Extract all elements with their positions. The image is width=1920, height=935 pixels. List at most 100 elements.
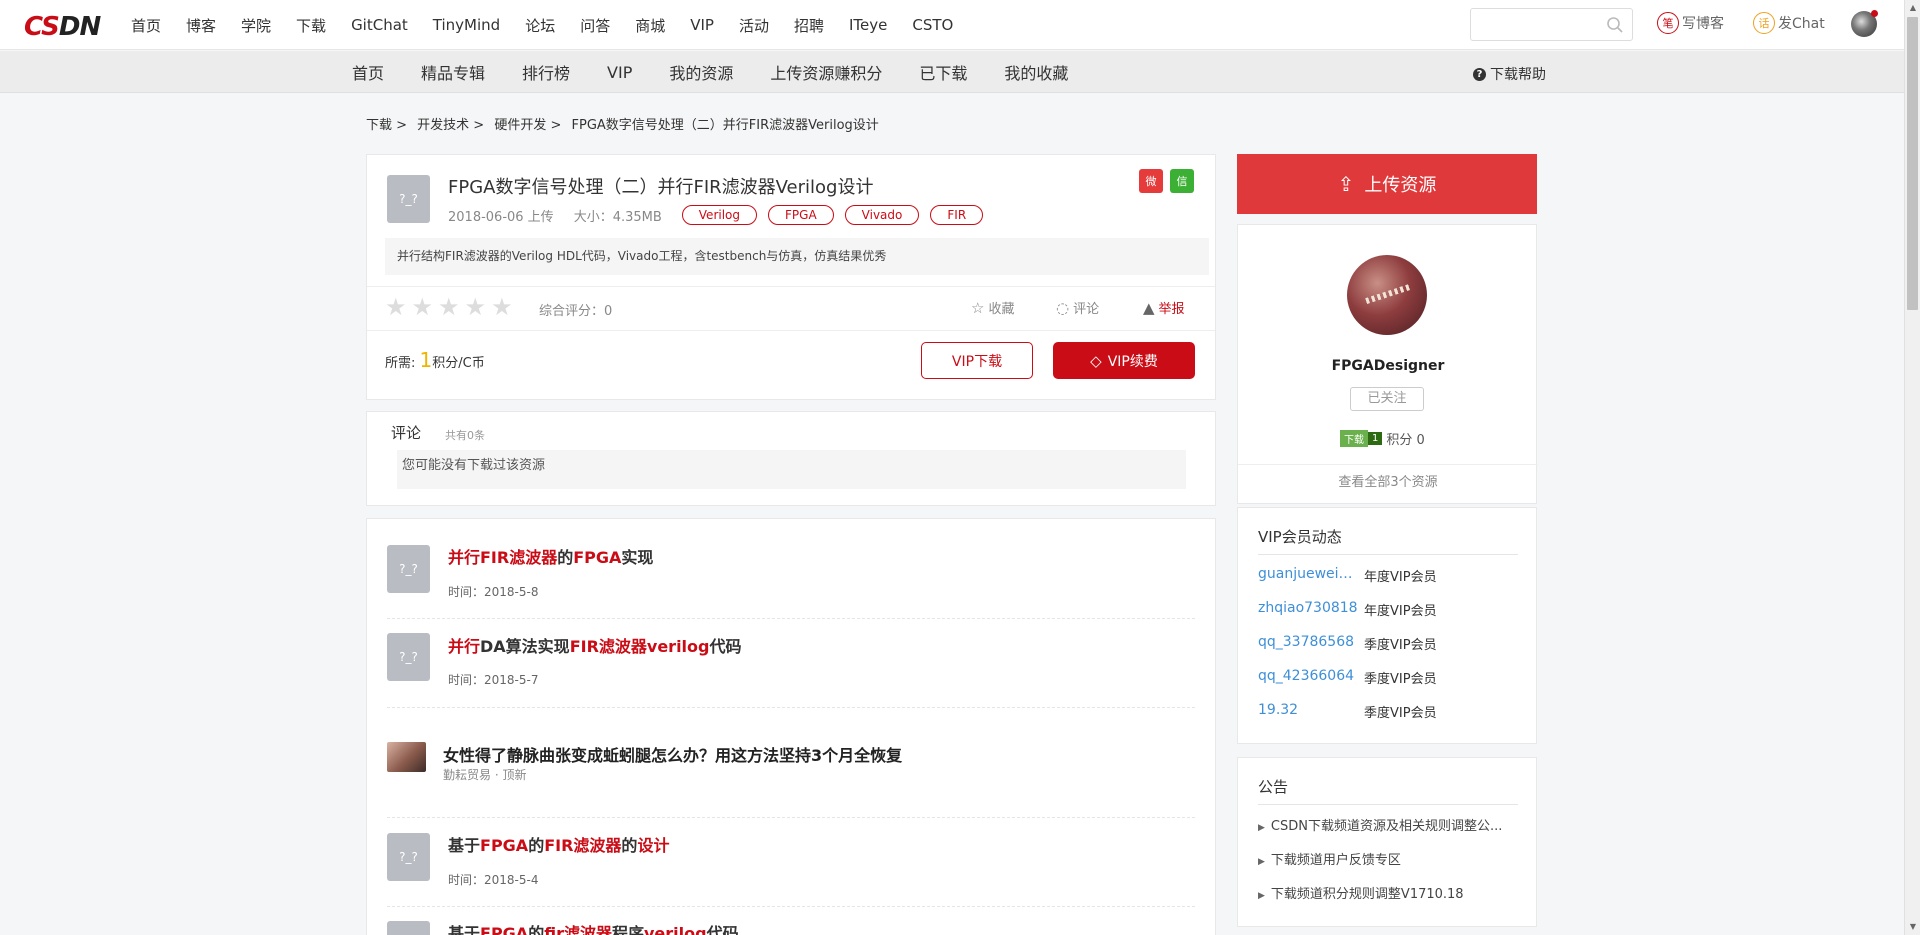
wechat-icon[interactable]: 信: [1170, 169, 1194, 193]
list-item[interactable]: ?_? 基于FPGA的fir滤波器程序verilog代码: [387, 907, 1195, 935]
download-subnav: 首页 精品专辑 排行榜 VIP 我的资源 上传资源赚积分 已下载 我的收藏 ? 下…: [0, 51, 1904, 93]
scrollbar-thumb[interactable]: [1907, 17, 1918, 310]
notification-dot: [1871, 10, 1878, 17]
topnav-item-forum[interactable]: 论坛: [525, 15, 555, 36]
title-part: FIR滤波器: [544, 836, 622, 855]
topnav-item-qa[interactable]: 问答: [580, 15, 610, 36]
title-part: FPGA: [480, 924, 529, 935]
star-icon[interactable]: ★: [412, 295, 434, 319]
write-blog-button[interactable]: 笔写博客: [1657, 12, 1724, 34]
subnav-item-downloaded[interactable]: 已下载: [919, 60, 967, 84]
comments-empty-message: 您可能没有下载过该资源: [397, 450, 1186, 489]
upload-date: 2018-06-06 上传: [448, 209, 554, 225]
subnav-item-vip[interactable]: VIP: [607, 63, 632, 82]
file-type-icon: ?_?: [387, 921, 430, 935]
scroll-up-icon[interactable]: ▲: [1905, 0, 1920, 16]
subnav-item-featured[interactable]: 精品专辑: [421, 60, 485, 84]
notice-item[interactable]: ▶ 下载频道积分规则调整V1710.18: [1258, 883, 1518, 902]
post-chat-button[interactable]: 话发Chat: [1753, 12, 1825, 34]
star-icon[interactable]: ★: [385, 295, 407, 319]
topnav-item-jobs[interactable]: 招聘: [794, 15, 824, 36]
search-icon[interactable]: [1606, 16, 1624, 34]
topnav-item-gitchat[interactable]: GitChat: [351, 16, 408, 34]
notice-label: 下载频道用户反馈专区: [1270, 853, 1401, 868]
title-part: DA算法实现: [480, 637, 570, 656]
related-title[interactable]: 基于FPGA的FIR滤波器的设计: [448, 832, 669, 856]
title-part: 的: [621, 836, 638, 855]
topnav-item-events[interactable]: 活动: [739, 15, 769, 36]
upload-resource-button[interactable]: ⇪ 上传资源: [1237, 154, 1537, 214]
pen-icon: 笔: [1657, 12, 1679, 34]
ad-item[interactable]: 女性得了静脉曲张变成蚯蚓腿怎么办？用这方法坚持3个月全恢复 勤耘贸易 · 顶新: [387, 708, 1195, 818]
badge-level: 1: [1368, 432, 1383, 445]
notice-item[interactable]: ▶ 下载频道用户反馈专区: [1258, 849, 1518, 868]
list-item[interactable]: ?_? 并行DA算法实现FIR滤波器verilog代码 时间：2018-5-7: [387, 619, 1195, 708]
scroll-down-icon[interactable]: ▼: [1905, 919, 1920, 935]
view-all-resources-link[interactable]: 查看全部3个资源: [1238, 464, 1538, 502]
subnav-item-ranking[interactable]: 排行榜: [522, 60, 570, 84]
tag-fir[interactable]: FIR: [930, 205, 984, 225]
vip-renew-label: VIP续费: [1107, 353, 1158, 370]
subnav-item-upload-earn[interactable]: 上传资源赚积分: [770, 60, 882, 84]
badge-label: 下载: [1340, 430, 1368, 447]
breadcrumb-download[interactable]: 下载 >: [366, 118, 407, 133]
vip-member-name[interactable]: zhqiao730818: [1258, 600, 1362, 619]
related-title[interactable]: 并行FIR滤波器的FPGA实现: [448, 544, 653, 568]
rating-stars[interactable]: ★ ★ ★ ★ ★: [385, 295, 518, 319]
vertical-scrollbar[interactable]: ▲ ▼: [1904, 0, 1920, 935]
related-title[interactable]: 并行DA算法实现FIR滤波器verilog代码: [448, 633, 742, 657]
title-part: FIR滤波器verilog: [569, 637, 710, 656]
vip-member-row: qq_42366064 季度VIP会员: [1258, 668, 1518, 687]
tag-vivado[interactable]: Vivado: [844, 205, 920, 225]
vip-renew-button[interactable]: ◇ VIP续费: [1053, 342, 1195, 379]
vip-member-name[interactable]: qq_42366064: [1258, 668, 1362, 687]
star-icon[interactable]: ★: [438, 295, 460, 319]
search-input[interactable]: [1470, 8, 1633, 41]
list-item[interactable]: ?_? 并行FIR滤波器的FPGA实现 时间：2018-5-8: [387, 519, 1195, 619]
collect-button[interactable]: ☆ 收藏: [971, 298, 1014, 318]
list-item[interactable]: ?_? 基于FPGA的FIR滤波器的设计 时间：2018-5-4: [387, 818, 1195, 907]
related-time: 时间：2018-5-7: [448, 673, 539, 687]
warning-icon: ▲: [1143, 298, 1155, 317]
notice-item[interactable]: ▶ CSDN下载频道资源及相关规则调整公...: [1258, 815, 1518, 834]
required-points: 所需: 1积分/C币: [385, 348, 485, 372]
weibo-icon[interactable]: 微: [1139, 169, 1163, 193]
author-avatar[interactable]: [1347, 255, 1427, 335]
topnav-item-tinymind[interactable]: TinyMind: [433, 16, 500, 34]
ad-thumbnail[interactable]: [387, 742, 426, 772]
breadcrumb-hardware[interactable]: 硬件开发 >: [494, 118, 561, 133]
topnav-item-vip[interactable]: VIP: [690, 16, 714, 34]
related-title[interactable]: 基于FPGA的fir滤波器程序verilog代码: [448, 920, 739, 935]
topnav-item-csto[interactable]: CSTO: [912, 16, 953, 34]
title-part: 的: [528, 836, 545, 855]
breadcrumb-dev-tech[interactable]: 开发技术 >: [417, 118, 484, 133]
vip-member-name[interactable]: qq_33786568: [1258, 634, 1362, 653]
comment-button[interactable]: ◌ 评论: [1056, 298, 1099, 318]
breadcrumb-current: FPGA数字信号处理（二）并行FIR滤波器Verilog设计: [571, 118, 879, 133]
ad-title[interactable]: 女性得了静脉曲张变成蚯蚓腿怎么办？用这方法坚持3个月全恢复: [443, 742, 902, 766]
report-button[interactable]: ▲ 举报: [1143, 298, 1185, 318]
author-name[interactable]: FPGADesigner: [1238, 358, 1538, 374]
resource-description: 并行结构FIR滤波器的Verilog HDL代码，Vivado工程，含testb…: [385, 238, 1209, 275]
tag-verilog[interactable]: Verilog: [681, 205, 758, 225]
topnav-item-download[interactable]: 下载: [296, 15, 326, 36]
star-icon[interactable]: ★: [465, 295, 487, 319]
topnav-item-academy[interactable]: 学院: [241, 15, 271, 36]
subnav-item-home[interactable]: 首页: [352, 60, 384, 84]
vip-member-name[interactable]: guanjueweim...: [1258, 566, 1362, 585]
topnav-item-home[interactable]: 首页: [131, 15, 161, 36]
follow-button[interactable]: 已关注: [1350, 387, 1424, 411]
star-icon[interactable]: ★: [491, 295, 513, 319]
download-help-link[interactable]: ? 下载帮助: [1473, 64, 1546, 84]
vip-member-name[interactable]: 19.32: [1258, 702, 1362, 721]
title-part: 并行: [448, 637, 481, 656]
csdn-logo[interactable]: CSDN: [24, 12, 101, 42]
topnav-item-iteye[interactable]: ITeye: [849, 16, 887, 34]
topnav-item-mall[interactable]: 商城: [635, 15, 665, 36]
related-time: 时间：2018-5-4: [448, 873, 539, 887]
vip-download-button[interactable]: VIP下载: [921, 342, 1033, 379]
subnav-item-my-resources[interactable]: 我的资源: [669, 60, 733, 84]
tag-fpga[interactable]: FPGA: [768, 205, 834, 225]
subnav-item-favorites[interactable]: 我的收藏: [1004, 60, 1068, 84]
topnav-item-blog[interactable]: 博客: [186, 15, 216, 36]
